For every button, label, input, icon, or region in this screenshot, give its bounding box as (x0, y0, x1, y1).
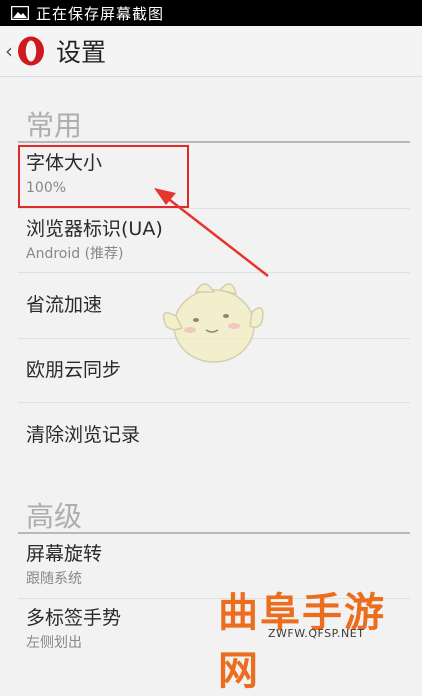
annotation-overlay (154, 188, 269, 363)
mascot-icon (162, 283, 264, 363)
annotation-arrow (154, 188, 269, 277)
watermark-url: ZWFW.QFSP.NET (268, 627, 365, 640)
watermark: 曲阜手游网 ZWFW.QFSP.NET (212, 580, 420, 694)
